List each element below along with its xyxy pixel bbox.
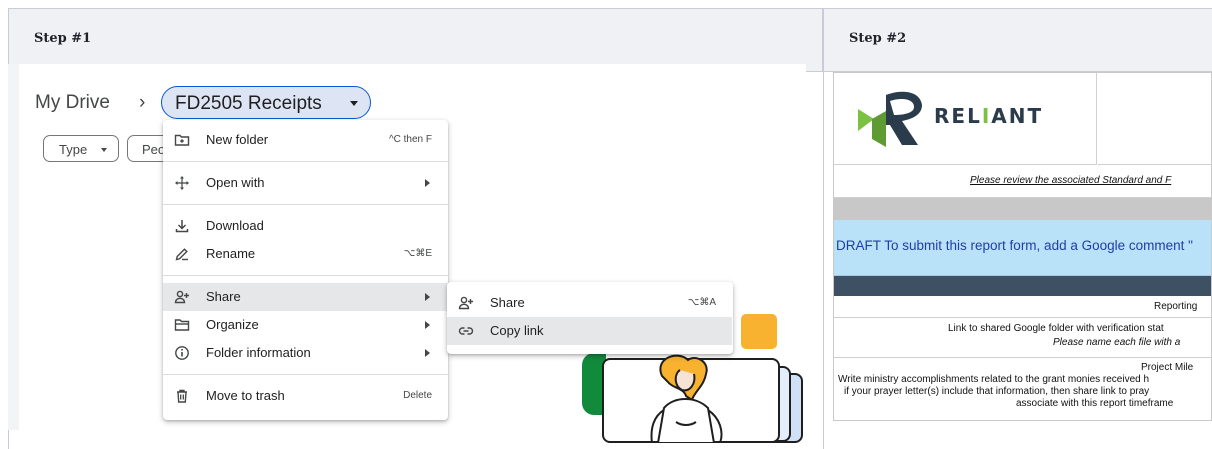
filter-people-label: Peo: [142, 142, 166, 157]
step1-title: Step #1: [34, 31, 92, 46]
reporting-row: Reporting: [834, 296, 1211, 318]
shared-folder-row: Link to shared Google folder with verifi…: [834, 318, 1211, 358]
breadcrumb-separator: ›: [139, 92, 146, 113]
project-instructions-line: associate with this report timeframe: [1016, 398, 1174, 409]
menu-item-label: Organize: [206, 317, 259, 332]
filter-type-chip[interactable]: Type: [43, 135, 119, 162]
menu-item-label: Move to trash: [206, 388, 285, 403]
submenu-arrow-icon: [425, 321, 430, 329]
menu-divider: [163, 275, 448, 276]
menu-divider: [163, 374, 448, 375]
chevron-down-icon: [101, 148, 107, 152]
menu-item-folder-information[interactable]: Folder information: [163, 339, 448, 367]
illustration-yellow-square: [741, 314, 777, 349]
menu-item-label: Open with: [206, 175, 265, 190]
shared-folder-label: Link to shared Google folder with verifi…: [948, 323, 1164, 334]
menu-item-label: New folder: [206, 132, 269, 147]
reporting-label: Reporting: [1154, 301, 1198, 312]
menu-item-move-to-trash[interactable]: Move to trash Delete: [163, 382, 448, 410]
project-milestones-row: Project Mile Write ministry accomplishme…: [834, 358, 1211, 420]
submenu-arrow-icon: [425, 293, 430, 301]
menu-item-open-with[interactable]: Open with: [163, 169, 448, 197]
shortcut-text: ⌥⌘E: [403, 248, 432, 259]
submenu-arrow-icon: [425, 349, 430, 357]
submenu-item-copy-link[interactable]: Copy link: [447, 317, 732, 345]
file-naming-note: Please name each file with a: [1053, 337, 1181, 348]
breadcrumb-my-drive[interactable]: My Drive: [35, 92, 110, 114]
menu-item-label: Share: [206, 289, 241, 304]
step2-title: Step #2: [849, 31, 907, 46]
draft-notice-row: DRAFT To submit this report form, add a …: [834, 220, 1211, 276]
menu-item-label: Download: [206, 218, 264, 233]
column-divider: [823, 9, 824, 449]
share-icon: [174, 290, 189, 304]
submenu-arrow-icon: [425, 179, 430, 187]
menu-divider: [163, 204, 448, 205]
project-instructions-line: if your prayer letter(s) include that in…: [844, 386, 1150, 397]
header-blank-cell: [1098, 73, 1211, 165]
shortcut-text: Delete: [403, 390, 432, 401]
info-icon: [175, 346, 189, 360]
draft-notice-text: DRAFT To submit this report form, add a …: [836, 238, 1193, 253]
submenu-item-label: Share: [490, 295, 525, 310]
shortcut-text: ⌥⌘A: [687, 297, 716, 308]
menu-item-rename[interactable]: Rename ⌥⌘E: [163, 240, 448, 268]
illustration-person: [650, 354, 723, 443]
filter-type-label: Type: [59, 142, 88, 157]
new-folder-icon: [174, 134, 190, 146]
current-folder-button[interactable]: FD2505 Receipts: [161, 86, 371, 119]
submenu-item-label: Copy link: [490, 323, 544, 338]
report-form-screenshot: RELIANT Please review the associated Sta…: [833, 72, 1212, 421]
gray-band: [834, 198, 1211, 220]
menu-item-share[interactable]: Share: [163, 283, 448, 311]
review-row: Please review the associated Standard an…: [834, 165, 1211, 198]
logo-text-part: ANT: [991, 104, 1044, 128]
reliant-logo-mark: [858, 91, 922, 147]
open-with-icon: [175, 176, 189, 190]
menu-item-label: Folder information: [206, 345, 311, 360]
dark-band: [834, 276, 1211, 296]
drive-sidebar-edge: [8, 64, 19, 430]
chevron-down-icon: [350, 101, 358, 106]
step1-header: Step #1: [9, 9, 823, 72]
menu-item-label: Rename: [206, 246, 256, 261]
link-icon: [458, 327, 474, 335]
current-folder-label: FD2505 Receipts: [175, 93, 322, 114]
shortcut-text: ^C then F: [388, 134, 432, 145]
share-icon: [458, 296, 473, 310]
folder-context-menu: New folder ^C then F Open with Download …: [163, 120, 448, 420]
download-icon: [175, 220, 189, 233]
rename-icon: [175, 248, 188, 261]
menu-divider: [163, 161, 448, 162]
share-submenu: Share ⌥⌘A Copy link: [447, 282, 733, 354]
menu-item-download[interactable]: Download: [163, 212, 448, 240]
project-instructions-line: Write ministry accomplishments related t…: [838, 374, 1150, 385]
logo-text-accent: I: [981, 104, 992, 128]
reliant-logo-text: RELIANT: [934, 104, 1043, 128]
review-note-link[interactable]: Please review the associated Standard an…: [970, 175, 1171, 186]
submenu-item-share[interactable]: Share ⌥⌘A: [447, 289, 732, 317]
step2-header: Step #2: [824, 9, 1212, 72]
project-label: Project Mile: [1141, 362, 1194, 373]
menu-item-new-folder[interactable]: New folder ^C then F: [163, 126, 448, 154]
logo-cell: RELIANT: [834, 73, 1097, 165]
organize-icon: [174, 319, 190, 331]
trash-icon: [177, 389, 187, 403]
menu-item-organize[interactable]: Organize: [163, 311, 448, 339]
logo-text-part: REL: [934, 104, 982, 128]
